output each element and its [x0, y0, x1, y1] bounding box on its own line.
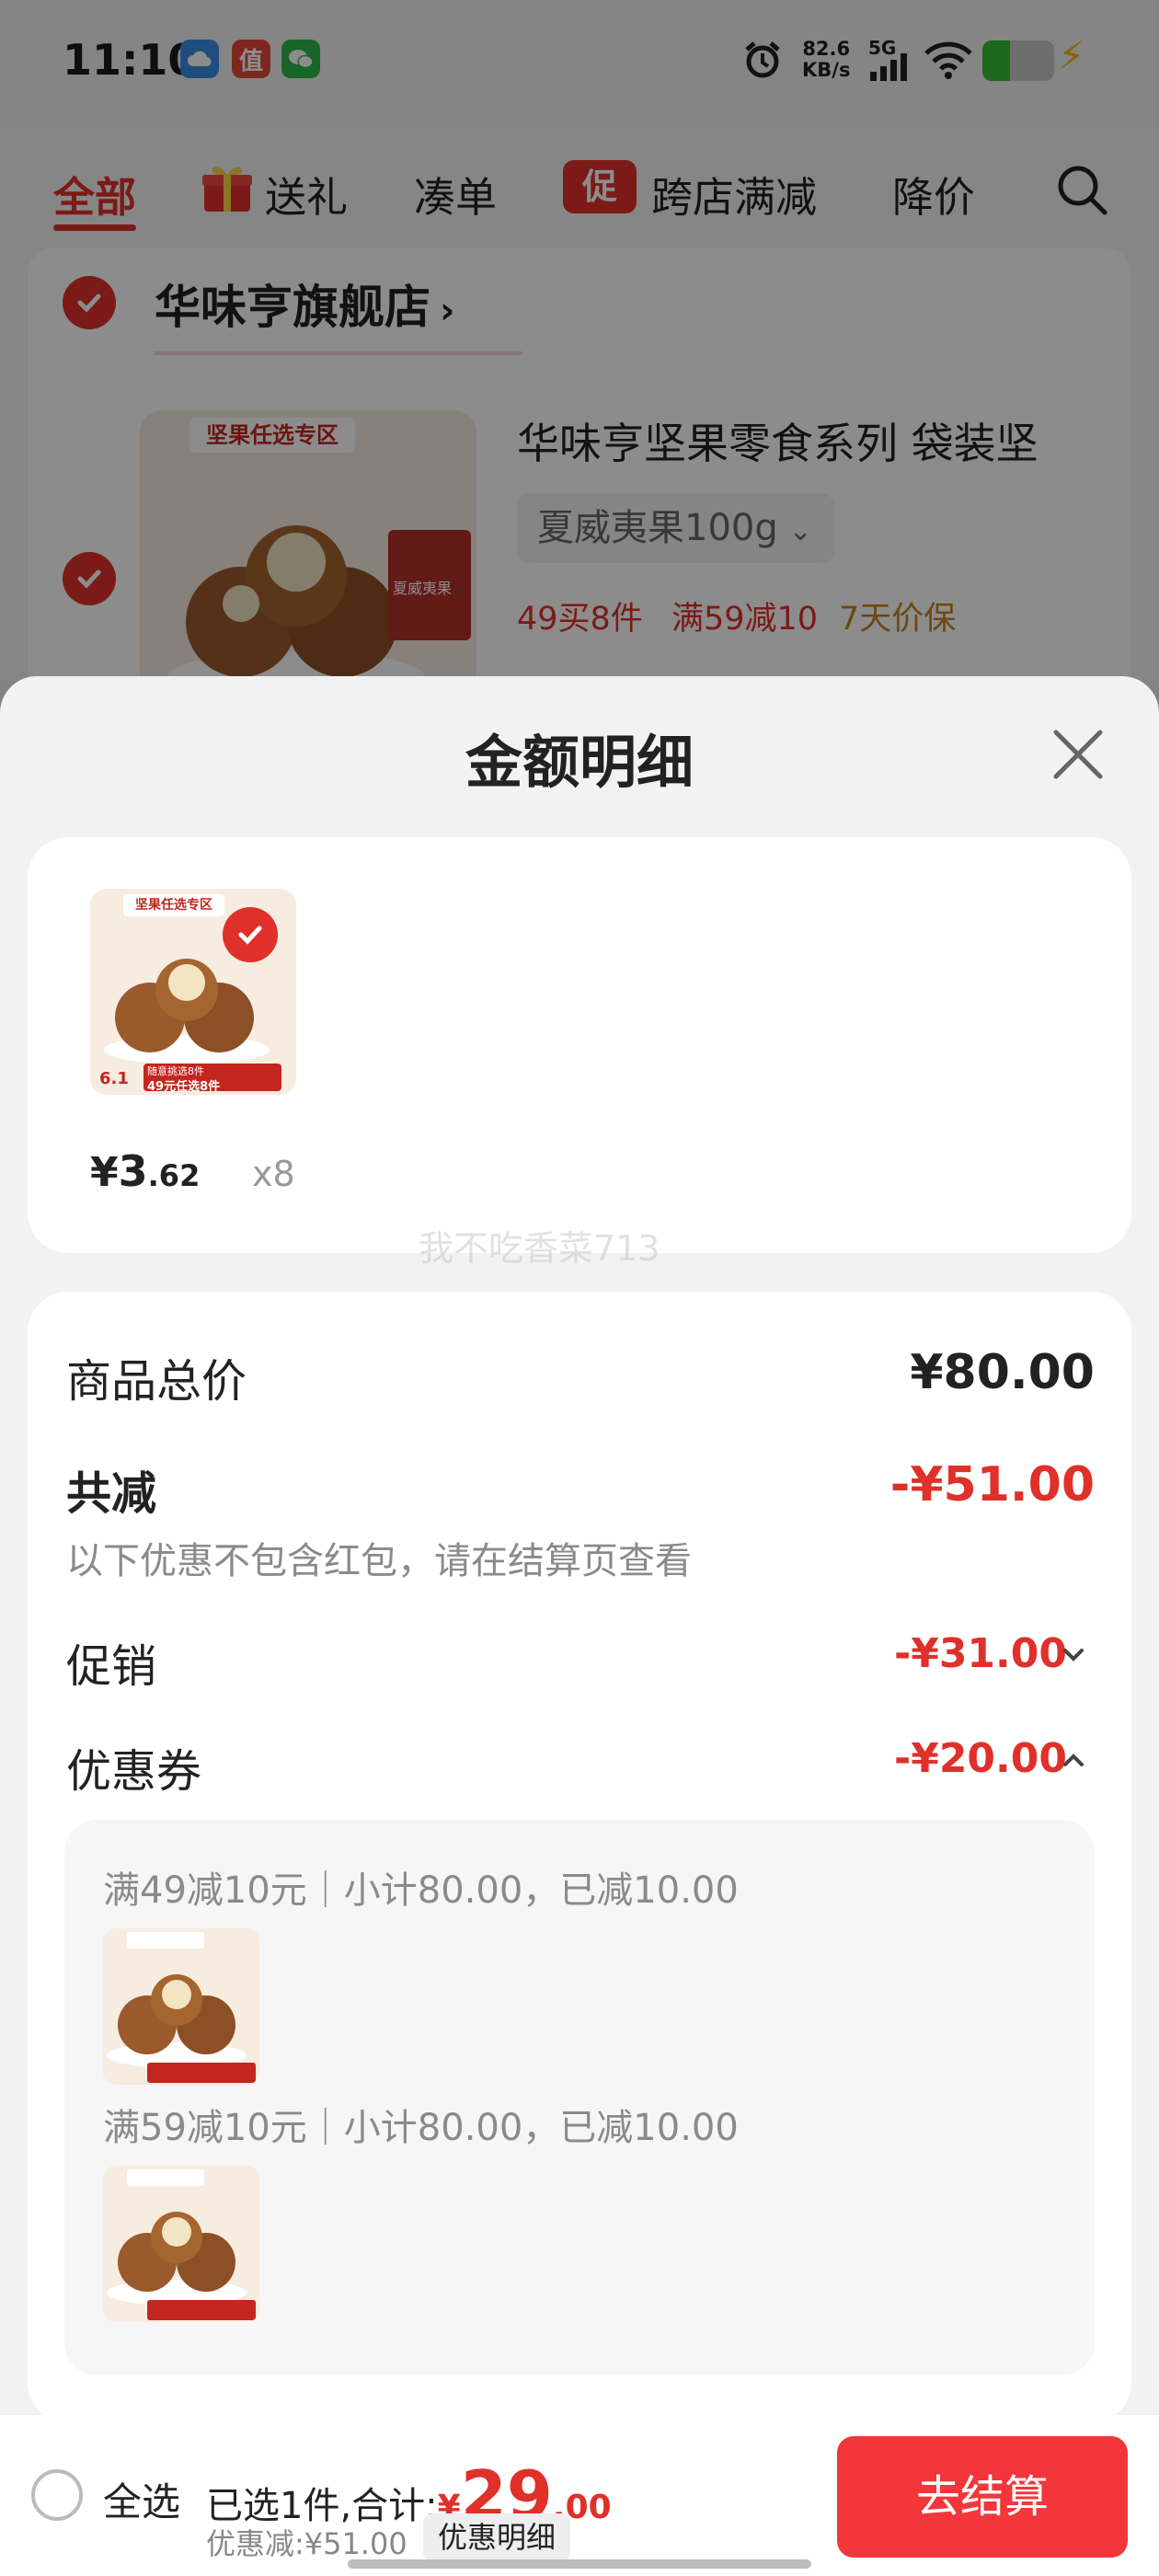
thumb-line2: 49元任选8件: [147, 1080, 221, 1094]
watermark: 我不吃香菜713: [419, 1228, 660, 1269]
price-int: 3: [118, 1146, 148, 1196]
sheet-title: 金额明细: [465, 729, 694, 796]
total-value: ¥80.00: [910, 1345, 1095, 1400]
reduce-note: 以下优惠不包含红包，请在结算页查看: [66, 1540, 692, 1582]
reduce-label: 共减: [66, 1467, 157, 1520]
select-all-checkbox[interactable]: [31, 2469, 83, 2521]
total-label: 商品总价: [66, 1355, 247, 1408]
checkout-button[interactable]: 去结算: [837, 2436, 1128, 2558]
item-qty: x8: [252, 1154, 295, 1194]
macadamia-illustration: [107, 1932, 256, 2083]
coupon-item-thumbnail[interactable]: [103, 1928, 259, 2085]
select-all-label[interactable]: 全选: [103, 2471, 180, 2527]
coupon-line: 满59减10元｜小计80.00，已减10.00: [103, 2107, 739, 2149]
price-dec: .62: [147, 1158, 201, 1193]
thumb-banner: 坚果任选专区: [123, 894, 224, 916]
item-price: ¥3.62: [90, 1146, 200, 1196]
promo-label: 促销: [66, 1640, 157, 1693]
selected-badge: [223, 907, 278, 962]
promo-value[interactable]: -¥31.00: [894, 1630, 1067, 1677]
coupon-label: 优惠券: [66, 1745, 202, 1798]
discount-detail-button[interactable]: 优惠明细: [423, 2513, 571, 2561]
check-icon: [238, 926, 262, 945]
price-symbol: ¥: [90, 1149, 119, 1196]
close-icon[interactable]: [1050, 727, 1106, 782]
home-indicator[interactable]: [348, 2559, 811, 2569]
chevron-up-icon[interactable]: [1061, 1748, 1085, 1772]
coupon-item-thumbnail[interactable]: [103, 2166, 259, 2322]
coupon-value[interactable]: -¥20.00: [894, 1735, 1067, 1782]
thumb-date: 6.1: [99, 1069, 129, 1088]
item-thumbnail[interactable]: 坚果任选专区 6.1 随意挑选8件 49元任选8件: [90, 889, 296, 1095]
macadamia-illustration: [107, 2169, 256, 2320]
coupon-line: 满49减10元｜小计80.00，已减10.00: [103, 1869, 739, 1912]
reduce-value: -¥51.00: [889, 1457, 1095, 1512]
discount-summary: 优惠减:¥51.00: [206, 2526, 407, 2561]
chevron-down-icon[interactable]: [1061, 1643, 1085, 1667]
